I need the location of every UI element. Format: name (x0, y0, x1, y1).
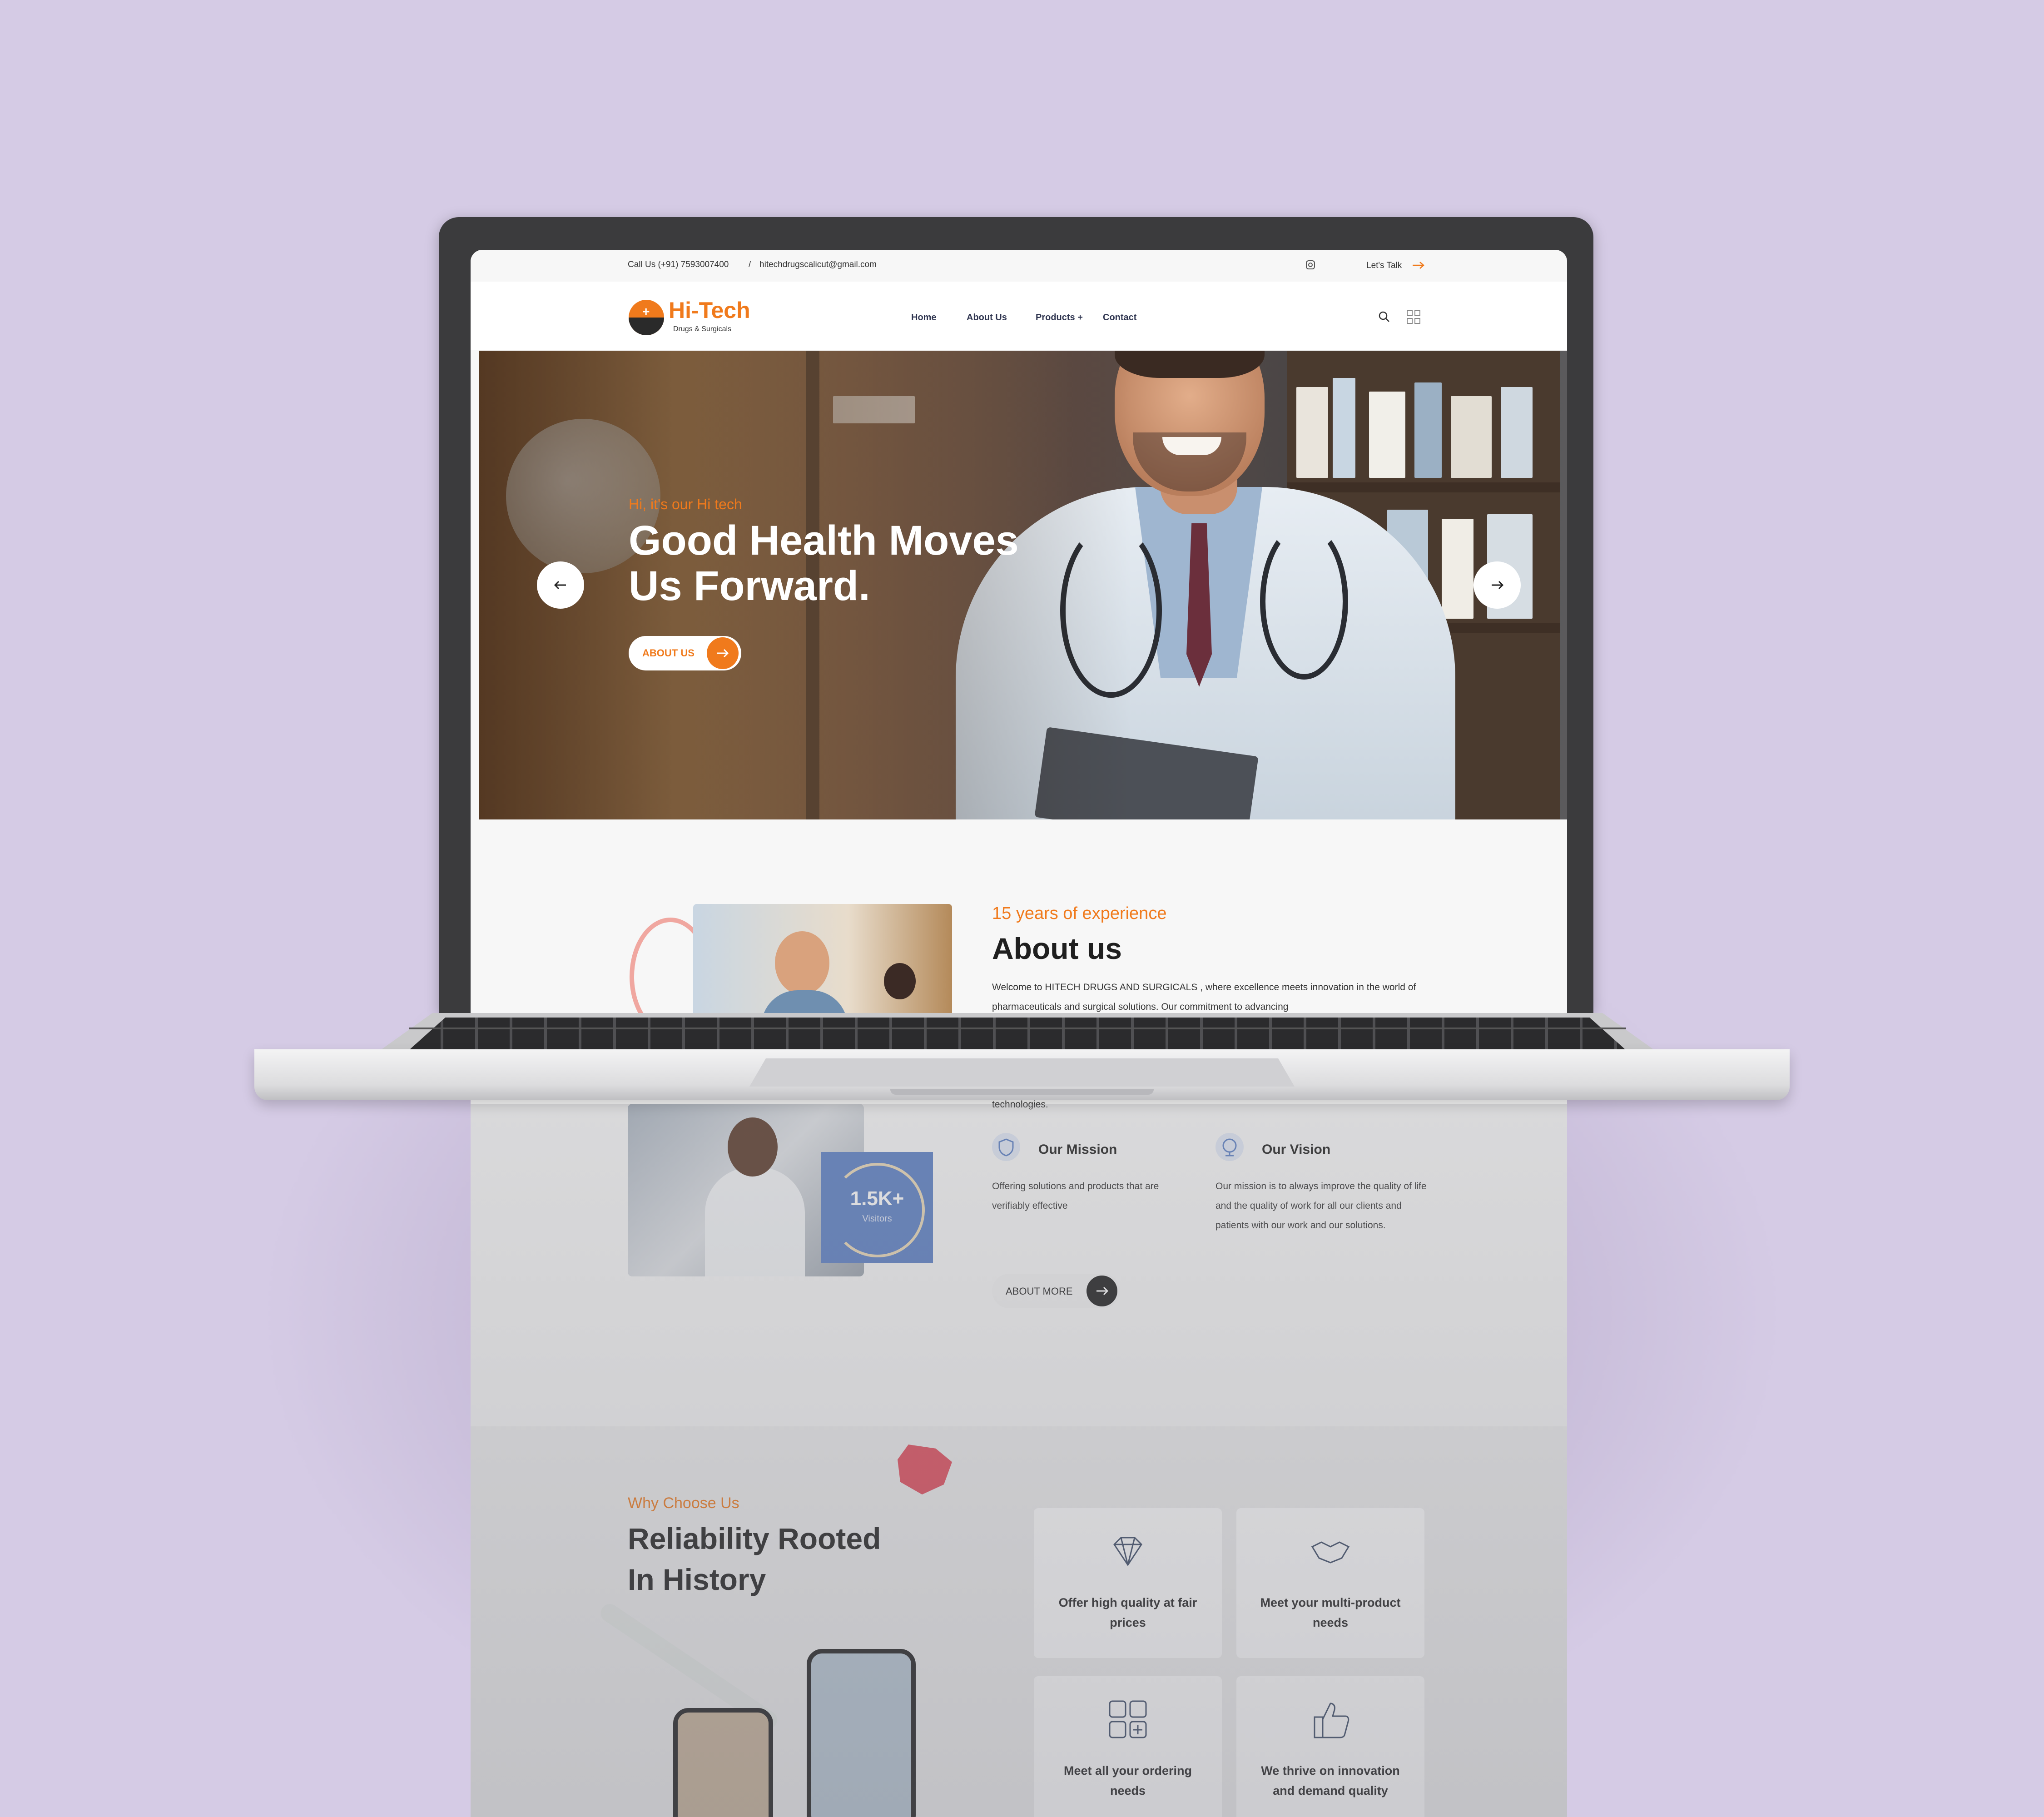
visitors-label: Visitors (862, 1214, 892, 1224)
slider-prev-button[interactable] (537, 561, 584, 609)
hero-kicker: Hi, it's our Hi tech (629, 496, 742, 512)
feature-label: We thrive on innovation and demand quali… (1261, 1764, 1400, 1797)
feature-label: Offer high quality at fair prices (1058, 1596, 1197, 1629)
vision-text: Our mission is to always improve the qua… (1215, 1181, 1427, 1231)
about-us-button[interactable]: ABOUT US (629, 636, 741, 670)
feature-label: Meet your multi-product needs (1260, 1596, 1401, 1629)
mission-title: Our Mission (1038, 1142, 1117, 1157)
arrow-left-icon (537, 581, 584, 611)
slider-next-button[interactable] (1473, 561, 1521, 609)
keyboard (409, 1018, 1626, 1050)
top-bar: Call Us (+91) 7593007400 / hitechdrugsca… (471, 250, 1567, 282)
trackpad (749, 1058, 1295, 1087)
feature-card-quality[interactable]: Offer high quality at fair prices (1034, 1508, 1222, 1658)
feature-card-innovation[interactable]: We thrive on innovation and demand quali… (1236, 1676, 1424, 1817)
laptop-notch (890, 1089, 1154, 1095)
vision-title: Our Vision (1262, 1142, 1331, 1157)
lets-talk-link[interactable]: Let's Talk (1366, 261, 1402, 271)
feature-card-multi-product[interactable]: Meet your multi-product needs (1236, 1508, 1424, 1658)
globe-icon (1215, 1133, 1244, 1161)
shield-icon (992, 1133, 1020, 1161)
diamond-icon (1103, 1526, 1153, 1576)
search-icon[interactable] (1378, 311, 1390, 323)
phone-number[interactable]: Call Us (+91) 7593007400 (628, 260, 729, 270)
why-kicker: Why Choose Us (628, 1494, 739, 1512)
brand-tagline: Drugs & Surgicals (673, 325, 732, 333)
arrow-right-icon (707, 637, 739, 669)
thumbs-up-icon (1305, 1694, 1355, 1744)
hero-slider: Hi, it's our Hi tech Good Health Moves U… (479, 351, 1567, 819)
logo-icon[interactable]: + (629, 300, 664, 335)
hero-title: Good Health Moves Us Forward. (629, 517, 1019, 609)
nav-products[interactable]: Products + (1036, 313, 1083, 323)
topbar-separator: / (749, 260, 751, 269)
about-text-tail: technologies. (992, 1099, 1048, 1110)
instagram-icon[interactable] (1305, 260, 1315, 270)
feature-label: Meet all your ordering needs (1063, 1764, 1192, 1797)
handshake-icon (1305, 1526, 1355, 1576)
about-more-button-label: ABOUT MORE (1006, 1286, 1073, 1297)
grid-menu-icon[interactable] (1406, 310, 1421, 324)
about-kicker: 15 years of experience (992, 904, 1167, 923)
about-title: About us (992, 932, 1122, 965)
visitors-card: 1.5K+ Visitors (821, 1152, 933, 1263)
visitors-count: 1.5K+ (850, 1187, 904, 1210)
arrow-right-icon (1086, 1276, 1117, 1306)
about-text: Welcome to HITECH DRUGS AND SURGICALS , … (992, 982, 1416, 1012)
about-more-button[interactable]: ABOUT MORE (992, 1274, 1120, 1308)
arrow-right-icon (1473, 581, 1521, 611)
nav-home[interactable]: Home (911, 313, 937, 323)
phone-image-doctor (807, 1649, 916, 1817)
nav-about-us[interactable]: About Us (967, 313, 1007, 323)
about-image-patient (693, 904, 952, 1031)
apps-grid-icon (1103, 1694, 1153, 1744)
about-us-button-label: ABOUT US (642, 647, 695, 659)
mission-text: Offering solutions and products that are… (992, 1181, 1159, 1211)
email-link[interactable]: hitechdrugscalicut@gmail.com (759, 260, 877, 270)
why-title: Reliability Rooted In History (628, 1522, 881, 1596)
phone-image-child (673, 1708, 773, 1817)
brand-name[interactable]: Hi-Tech (669, 297, 750, 323)
nav-contact[interactable]: Contact (1103, 313, 1136, 323)
arrow-right-icon[interactable] (1412, 261, 1425, 270)
feature-card-ordering[interactable]: Meet all your ordering needs (1034, 1676, 1222, 1817)
